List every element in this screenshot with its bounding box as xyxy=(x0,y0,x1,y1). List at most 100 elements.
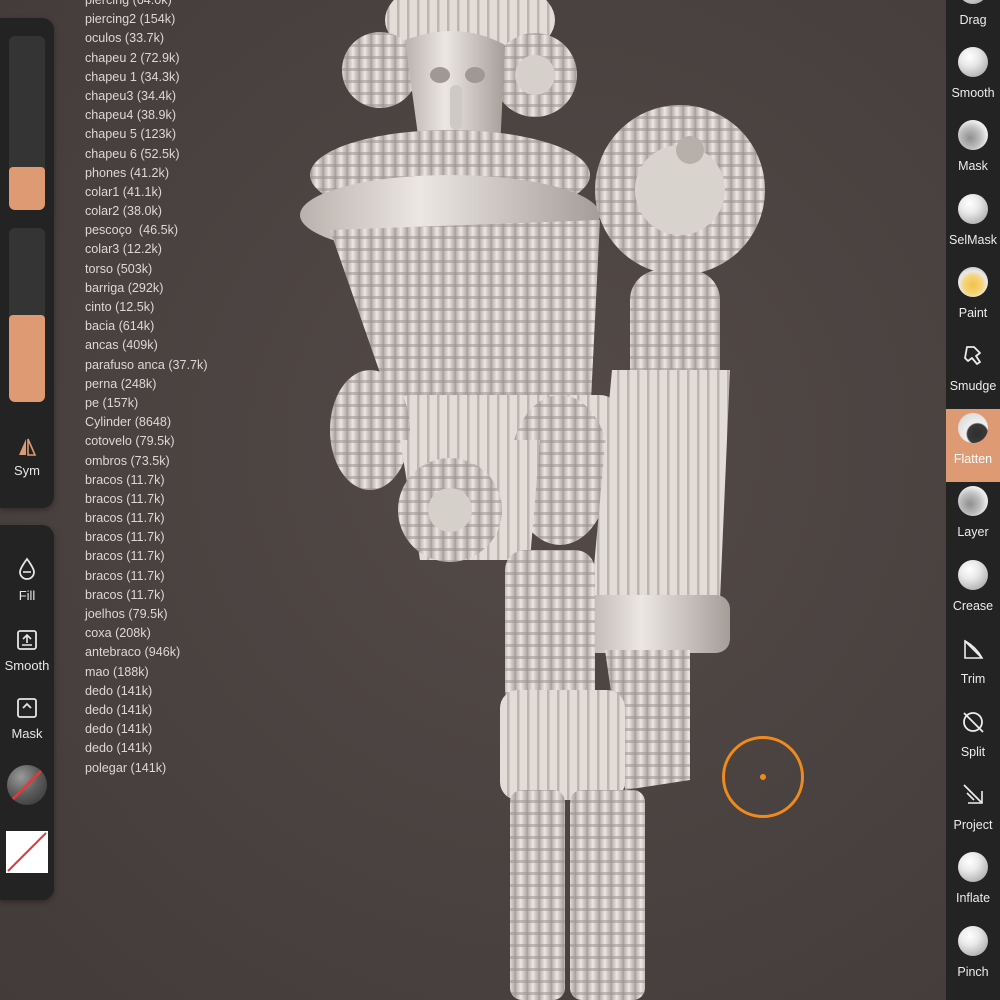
crease-ball xyxy=(958,559,988,590)
smooth-action-button[interactable]: Smooth xyxy=(0,629,54,675)
tool-label: Inflate xyxy=(955,891,991,906)
scene-list-item[interactable]: ancas (409k) xyxy=(85,336,208,355)
scene-object-list: piercing (64.0k) piercing2 (154k) oculos (… xyxy=(85,0,208,778)
smooth-action-icon xyxy=(17,630,37,650)
scene-list-item[interactable]: cinto (12.5k) xyxy=(85,298,208,317)
scene-list-item[interactable]: bacia (614k) xyxy=(85,317,208,336)
quick-actions-panel: Fill Smooth Mask xyxy=(0,525,54,900)
tool-drag[interactable]: Drag xyxy=(946,0,1000,43)
scene-list-item[interactable]: bracos (11.7k) xyxy=(85,567,208,586)
tool-label: Paint xyxy=(958,305,988,320)
scene-list-item[interactable]: pe (157k) xyxy=(85,394,208,413)
intensity-slider-fill xyxy=(9,315,45,402)
scene-list-item[interactable]: phones (41.2k) xyxy=(85,164,208,183)
inflate-icon xyxy=(958,852,988,883)
pinch-ball xyxy=(958,925,988,956)
scene-list-item[interactable]: colar3 (12.2k) xyxy=(85,240,208,259)
scene-list-item[interactable]: chapeu 5 (123k) xyxy=(85,125,208,144)
selmask-icon xyxy=(958,193,988,224)
scene-list-item[interactable]: bracos (11.7k) xyxy=(85,490,208,509)
scene-list-item[interactable]: bracos (11.7k) xyxy=(85,509,208,528)
scene-list-item[interactable]: chapeu 2 (72.9k) xyxy=(85,49,208,68)
mask-icon xyxy=(958,120,988,151)
tool-label: Crease xyxy=(952,598,994,613)
tool-pinch[interactable]: Pinch xyxy=(946,922,1000,995)
scene-list-item[interactable]: mao (188k) xyxy=(85,663,208,682)
scene-list-item[interactable]: perna (248k) xyxy=(85,375,208,394)
flatten-ball xyxy=(958,413,988,444)
scene-list-item[interactable]: Cylinder (8648) xyxy=(85,413,208,432)
scene-list-item[interactable]: bracos (11.7k) xyxy=(85,471,208,490)
sculpt-model[interactable] xyxy=(300,0,780,1000)
scene-list-item[interactable]: polegar (141k) xyxy=(85,759,208,778)
inflate-ball xyxy=(958,852,988,883)
drag-ball xyxy=(958,0,988,4)
scene-list-item[interactable]: parafuso anca (37.7k) xyxy=(85,356,208,375)
layer-icon xyxy=(958,486,988,517)
tool-mask[interactable]: Mask xyxy=(946,116,1000,189)
scene-list-item[interactable]: pescoço (46.5k) xyxy=(85,221,208,240)
tool-label: Split xyxy=(960,745,986,759)
tool-inflate[interactable]: Inflate xyxy=(946,848,1000,921)
scene-list-item[interactable]: colar1 (41.1k) xyxy=(85,183,208,202)
scene-list-item[interactable]: chapeu4 (38.9k) xyxy=(85,106,208,125)
scene-list-item[interactable]: ombros (73.5k) xyxy=(85,452,208,471)
project-icon xyxy=(958,779,988,809)
scene-list-item[interactable]: chapeu 1 (34.3k) xyxy=(85,68,208,87)
scene-list-item[interactable]: piercing2 (154k) xyxy=(85,10,208,29)
tool-label: Trim xyxy=(960,671,986,686)
scene-list-item[interactable]: dedo (141k) xyxy=(85,682,208,701)
symmetry-button[interactable]: Sym xyxy=(0,430,54,490)
mask-action-label: Mask xyxy=(11,726,43,741)
intensity-slider[interactable] xyxy=(9,228,45,402)
scene-list-item[interactable]: dedo (141k) xyxy=(85,701,208,720)
tool-label: Project xyxy=(953,818,993,833)
drop-icon xyxy=(19,557,35,580)
smudge-icon xyxy=(958,340,988,370)
mask-ball xyxy=(958,120,988,151)
tool-selmask[interactable]: SelMask xyxy=(946,190,1000,263)
scene-list-item[interactable]: bracos (11.7k) xyxy=(85,586,208,605)
tool-crease[interactable]: Crease xyxy=(946,556,1000,629)
scene-list-item[interactable]: torso (503k) xyxy=(85,260,208,279)
scene-list-item[interactable]: cotovelo (79.5k) xyxy=(85,432,208,451)
tool-project[interactable]: Project xyxy=(946,775,1000,848)
tool-label: SelMask xyxy=(949,232,997,247)
tool-trim[interactable]: Trim xyxy=(946,629,1000,702)
scene-list-item[interactable]: coxa (208k) xyxy=(85,624,208,643)
scene-list-item[interactable]: barriga (292k) xyxy=(85,279,208,298)
tool-layer[interactable]: Layer xyxy=(946,482,1000,555)
scene-list-item[interactable]: chapeu 6 (52.5k) xyxy=(85,145,208,164)
tool-label: Smudge xyxy=(949,379,997,393)
mask-action-icon xyxy=(17,698,37,718)
scene-list-item[interactable]: bracos (11.7k) xyxy=(85,547,208,566)
fill-button[interactable]: Fill xyxy=(0,557,54,605)
scene-list-item[interactable]: piercing (64.0k) xyxy=(85,0,208,10)
scene-list-item[interactable]: joelhos (79.5k) xyxy=(85,605,208,624)
tool-flatten[interactable]: Flatten xyxy=(946,409,1000,483)
scene-list-item[interactable]: chapeu3 (34.4k) xyxy=(85,87,208,106)
tool-smooth[interactable]: Smooth xyxy=(946,43,1000,116)
color-swatch[interactable] xyxy=(6,831,48,873)
scene-list-item[interactable]: antebraco (946k) xyxy=(85,643,208,662)
radius-slider[interactable] xyxy=(9,36,45,210)
tool-split[interactable]: Split xyxy=(946,702,1000,775)
scene-list-item[interactable]: dedo (141k) xyxy=(85,720,208,739)
crease-icon xyxy=(958,559,988,590)
scene-list-item[interactable]: colar2 (38.0k) xyxy=(85,202,208,221)
tool-label: Smooth xyxy=(951,86,995,101)
fill-label: Fill xyxy=(18,588,36,603)
no-material-slash-icon xyxy=(8,766,46,804)
tool-paint[interactable]: Paint xyxy=(946,263,1000,336)
tool-smudge[interactable]: Smudge xyxy=(946,336,1000,409)
material-ball[interactable] xyxy=(7,765,47,805)
mask-action-button[interactable]: Mask xyxy=(0,697,54,743)
scene-list-item[interactable]: dedo (141k) xyxy=(85,739,208,758)
stroke-settings-panel: Sym xyxy=(0,18,54,508)
symmetry-label: Sym xyxy=(14,463,40,478)
paint-ball xyxy=(958,266,988,297)
scene-list-item[interactable]: oculos (33.7k) xyxy=(85,29,208,48)
symmetry-icon xyxy=(19,438,37,456)
scene-list-item[interactable]: bracos (11.7k) xyxy=(85,528,208,547)
brush-cursor-center xyxy=(760,774,766,780)
